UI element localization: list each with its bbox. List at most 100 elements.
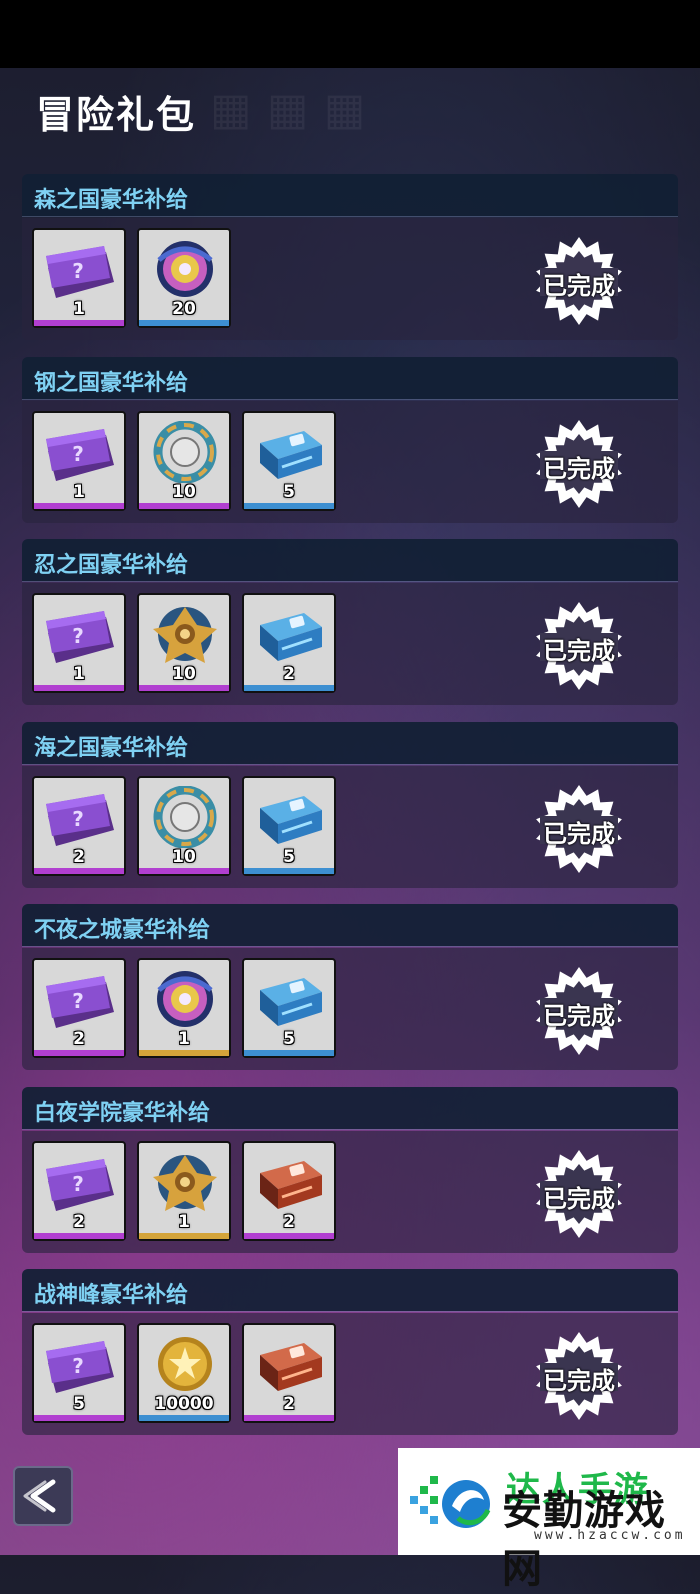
reward-item[interactable]: ? 2 — [32, 958, 126, 1058]
reward-item[interactable]: 5 — [242, 411, 336, 511]
rarity-bar — [139, 1233, 229, 1239]
reward-item[interactable]: 10 — [137, 776, 231, 876]
reward-item[interactable]: 1 — [137, 1141, 231, 1241]
red-chest-icon — [254, 1333, 326, 1395]
section-title: 不夜之城豪华补给 — [34, 918, 211, 943]
reward-item[interactable]: ? 1 — [32, 228, 126, 328]
section-title: 森之国豪华补给 — [34, 188, 189, 213]
section-title: 海之国豪华补给 — [34, 736, 189, 761]
beyblade-gold-icon — [149, 1151, 221, 1213]
completed-badge: 已完成 — [534, 966, 624, 1056]
completed-badge: 已完成 — [534, 1149, 624, 1239]
purple-ticket-icon: ? — [44, 786, 116, 848]
reward-item[interactable]: 2 — [242, 1141, 336, 1241]
reward-item[interactable]: ? 2 — [32, 776, 126, 876]
section-header: 不夜之城豪华补给 — [22, 904, 678, 947]
back-arrow-icon — [23, 1479, 56, 1513]
section-rewards: ? 2 10 5 已完成 — [22, 766, 678, 888]
reward-quantity: 10 — [172, 664, 196, 684]
section-title: 白夜学院豪华补给 — [34, 1101, 211, 1126]
reward-item[interactable]: ? 5 — [32, 1323, 126, 1423]
beyblade-ring-icon — [149, 785, 221, 849]
svg-text:?: ? — [72, 807, 84, 831]
gift-pack-section: 不夜之城豪华补给 ? 2 1 5 已完成 — [22, 904, 678, 1070]
section-rewards: ? 1 10 5 已完成 — [22, 401, 678, 523]
section-header: 森之国豪华补给 — [22, 174, 678, 217]
reward-item[interactable]: ? 1 — [32, 593, 126, 693]
purple-ticket-icon: ? — [44, 968, 116, 1030]
reward-item[interactable]: ? 2 — [32, 1141, 126, 1241]
reward-item[interactable]: 2 — [242, 593, 336, 693]
rarity-bar — [34, 1415, 124, 1421]
reward-quantity: 5 — [73, 1394, 85, 1414]
svg-text:?: ? — [72, 1172, 84, 1196]
reward-item[interactable]: 1 — [137, 958, 231, 1058]
reward-quantity: 1 — [178, 1212, 190, 1232]
rarity-bar — [34, 320, 124, 326]
beyblade-gold-icon — [149, 603, 221, 665]
reward-item[interactable]: 2 — [242, 1323, 336, 1423]
section-rewards: ? 2 1 2 已完成 — [22, 1131, 678, 1253]
gift-pack-section: 白夜学院豪华补给? 2 1 2 已完成 — [22, 1087, 678, 1253]
rarity-bar — [139, 685, 229, 691]
completed-badge: 已完成 — [534, 419, 624, 509]
reward-quantity: 2 — [283, 664, 295, 684]
reward-quantity: 5 — [283, 482, 295, 502]
gift-pack-section: 忍之国豪华补给? 1 10 2 已完成 — [22, 539, 678, 705]
section-title: 钢之国豪华补给 — [34, 371, 189, 396]
completed-badge: 已完成 — [534, 236, 624, 326]
reward-quantity: 10 — [172, 482, 196, 502]
back-button[interactable] — [13, 1466, 73, 1526]
rarity-bar — [244, 868, 334, 874]
beyblade-ring-icon — [149, 420, 221, 484]
watermark-url: www.hzaccw.com — [534, 1528, 686, 1543]
purple-ticket-icon: ? — [44, 1333, 116, 1395]
reward-item[interactable]: ? 1 — [32, 411, 126, 511]
completed-badge: 已完成 — [534, 601, 624, 691]
gift-pack-section: 钢之国豪华补给? 1 10 5 已完成 — [22, 357, 678, 523]
reward-item[interactable]: 10 — [137, 411, 231, 511]
section-rewards: ? 1 20 已完成 — [22, 218, 678, 340]
blue-chest-icon — [254, 968, 326, 1030]
purple-ticket-icon: ? — [44, 238, 116, 300]
reward-item[interactable]: 10 — [137, 593, 231, 693]
rarity-bar — [244, 1050, 334, 1056]
reward-quantity: 1 — [73, 299, 85, 319]
reward-quantity: 1 — [178, 1029, 190, 1049]
section-header: 海之国豪华补给 — [22, 722, 678, 765]
purple-ticket-icon: ? — [44, 421, 116, 483]
reward-quantity: 20 — [172, 299, 196, 319]
completed-badge: 已完成 — [534, 1331, 624, 1421]
beyblade-icon — [149, 968, 221, 1030]
section-title: 战神峰豪华补给 — [34, 1283, 189, 1308]
gold-coin-icon — [149, 1333, 221, 1395]
site-watermark: 达人手游 安勤游戏网 www.hzaccw.com — [398, 1448, 700, 1592]
completed-badge-label: 已完成 — [543, 1367, 615, 1395]
reward-quantity: 5 — [283, 1029, 295, 1049]
completed-badge-label: 已完成 — [543, 455, 615, 483]
header-decoration: ▦ ▦ ▦ — [210, 84, 366, 135]
rarity-bar — [34, 503, 124, 509]
reward-quantity: 2 — [73, 1212, 85, 1232]
section-header: 白夜学院豪华补给 — [22, 1087, 678, 1130]
rarity-bar — [139, 1050, 229, 1056]
page-title: 冒险礼包 — [36, 93, 197, 137]
reward-item[interactable]: 5 — [242, 776, 336, 876]
reward-item[interactable]: 10000 — [137, 1323, 231, 1423]
reward-item[interactable]: 20 — [137, 228, 231, 328]
section-header: 钢之国豪华补给 — [22, 357, 678, 400]
svg-text:?: ? — [72, 989, 84, 1013]
reward-item[interactable]: 5 — [242, 958, 336, 1058]
reward-quantity: 2 — [283, 1212, 295, 1232]
reward-quantity: 1 — [73, 482, 85, 502]
top-bar — [0, 0, 700, 68]
reward-quantity: 5 — [283, 847, 295, 867]
rarity-bar — [34, 1233, 124, 1239]
section-rewards: ? 2 1 5 已完成 — [22, 948, 678, 1070]
purple-ticket-icon: ? — [44, 603, 116, 665]
rarity-bar — [244, 1415, 334, 1421]
rarity-bar — [139, 320, 229, 326]
rarity-bar — [244, 503, 334, 509]
site-logo-icon — [410, 1476, 491, 1528]
reward-quantity: 2 — [73, 847, 85, 867]
